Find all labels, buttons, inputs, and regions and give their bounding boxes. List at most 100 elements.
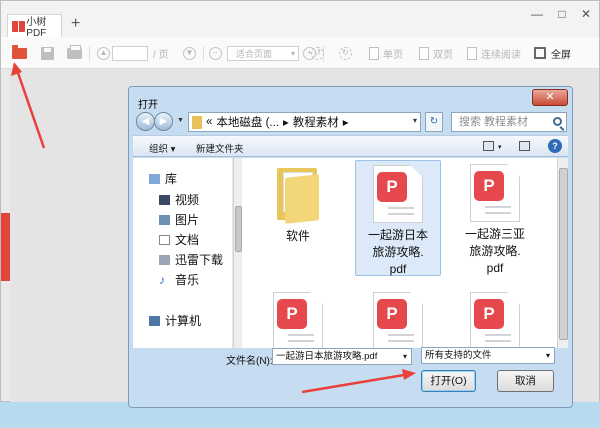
dialog-body: 库 视频 图片 文档 迅雷下载 ♪ 音乐 计算机 软件 P 一起游日本 旅游攻略…	[133, 158, 568, 348]
new-folder-button[interactable]: 新建文件夹	[196, 141, 244, 155]
address-bar[interactable]: « 本地磁盘 (... ▸ 教程素材 ▸ ▾	[188, 112, 421, 132]
preview-pane-icon[interactable]	[519, 141, 530, 151]
save-button[interactable]	[41, 37, 54, 69]
close-button[interactable]: ✕	[578, 7, 594, 21]
open-file-button[interactable]	[12, 37, 27, 69]
organize-menu[interactable]: 组织 ▾	[149, 141, 175, 155]
dialog-close-button[interactable]: ✕	[532, 89, 568, 106]
breadcrumb-separator[interactable]: ▸	[343, 115, 349, 129]
double-page-button[interactable]: 双页	[419, 37, 453, 69]
folder-icon	[275, 166, 321, 224]
file-name-line: pdf	[389, 262, 407, 276]
refresh-button[interactable]: ↻	[425, 112, 443, 132]
tree-scroll-thumb[interactable]	[235, 206, 242, 252]
help-icon[interactable]: ?	[548, 139, 562, 153]
chevron-down-icon[interactable]: ▾	[399, 349, 411, 364]
computer-icon	[149, 315, 160, 326]
view-options-icon[interactable]	[483, 141, 494, 151]
zoom-out-button[interactable]: −	[209, 37, 222, 69]
zoom-select[interactable]: 适合页面	[227, 37, 299, 69]
new-tab-button[interactable]: +	[71, 15, 80, 33]
continuous-read-button[interactable]: 连续阅读	[467, 37, 521, 69]
filename-input[interactable]: 一起游日本旅游攻略.pdf	[272, 348, 412, 365]
breadcrumb-local-disk[interactable]: 本地磁盘 (...	[216, 114, 279, 130]
search-input[interactable]: 搜索 教程素材	[451, 112, 567, 132]
rotate-left-button[interactable]: ↺	[311, 37, 324, 69]
rotate-left-icon: ↺	[311, 46, 324, 60]
folder-icon	[192, 115, 202, 129]
rotate-right-icon: ↻	[339, 46, 352, 60]
document-icon	[159, 234, 170, 245]
next-page-button[interactable]: ▼	[183, 37, 196, 69]
sidebar-toggle[interactable]	[1, 213, 10, 281]
chevron-down-icon[interactable]: ▾	[413, 116, 417, 125]
navigation-tree: 库 视频 图片 文档 迅雷下载 ♪ 音乐 计算机	[133, 158, 233, 348]
navigation-bar: ◀ ▶ ▼ « 本地磁盘 (... ▸ 教程素材 ▸ ▾ ↻ 搜索 教程素材	[133, 111, 568, 133]
breadcrumb-tutorial-materials[interactable]: 教程素材	[293, 114, 339, 130]
download-folder-icon	[159, 254, 170, 265]
chevron-down-icon[interactable]: ▾	[498, 143, 502, 151]
tree-item-documents[interactable]: 文档	[159, 231, 199, 248]
file-item-folder[interactable]: 软件	[255, 160, 341, 245]
page-number-input[interactable]	[112, 37, 148, 69]
tree-scrollbar[interactable]	[233, 158, 242, 348]
file-item-pdf[interactable]: P	[355, 288, 441, 348]
pdf-file-icon: P	[373, 165, 423, 223]
file-name-line: 一起游三亚	[464, 227, 525, 241]
file-name-line: 旅游攻略.	[372, 245, 424, 259]
video-icon	[159, 194, 170, 205]
page-down-icon: ▼	[183, 46, 196, 60]
file-scroll-thumb[interactable]	[559, 168, 568, 340]
recent-locations-dropdown[interactable]: ▼	[177, 117, 184, 124]
file-type-select[interactable]: 所有支持的文件	[421, 347, 555, 364]
back-button[interactable]: ◀	[136, 112, 155, 131]
file-name-line: 一起游日本	[367, 228, 428, 242]
file-name: 软件	[285, 229, 310, 243]
file-item-pdf-selected[interactable]: P 一起游日本 旅游攻略. pdf	[355, 160, 441, 276]
file-list-scrollbar[interactable]	[557, 158, 568, 348]
cancel-button[interactable]: 取消	[497, 370, 554, 392]
command-bar: 组织 ▾ 新建文件夹 ▾ ?	[133, 135, 568, 157]
app-logo-icon	[12, 20, 25, 32]
double-page-icon	[419, 46, 429, 60]
tree-item-library[interactable]: 库	[149, 170, 177, 187]
minimize-button[interactable]: —	[529, 7, 545, 21]
file-name-line: pdf	[486, 261, 504, 275]
open-file-dialog: 打开 ✕ ◀ ▶ ▼ « 本地磁盘 (... ▸ 教程素材 ▸ ▾ ↻ 搜索 教…	[128, 86, 573, 408]
picture-icon	[159, 214, 170, 225]
dialog-title: 打开	[138, 100, 158, 111]
open-button[interactable]: 打开(O)	[421, 370, 476, 392]
save-icon	[41, 46, 54, 60]
file-item-pdf[interactable]: P	[255, 288, 341, 348]
tab-title: 小树PDF	[26, 17, 47, 39]
print-icon	[67, 44, 82, 59]
rotate-right-button[interactable]: ↻	[339, 37, 352, 69]
tree-item-pictures[interactable]: 图片	[159, 211, 199, 228]
folder-open-icon	[12, 44, 27, 59]
single-page-button[interactable]: 单页	[369, 37, 403, 69]
prev-page-button[interactable]: ▲	[97, 37, 110, 69]
fullscreen-button[interactable]: 全屏	[534, 37, 571, 69]
file-item-pdf[interactable]: P	[452, 288, 538, 348]
tree-item-computer[interactable]: 计算机	[149, 312, 201, 329]
pdf-file-icon: P	[273, 292, 323, 348]
pdf-file-icon: P	[470, 164, 520, 222]
zoom-out-icon: −	[209, 46, 222, 60]
maximize-button[interactable]: □	[554, 7, 570, 21]
file-item-pdf[interactable]: P 一起游三亚 旅游攻略. pdf	[452, 160, 538, 277]
toolbar-divider	[89, 46, 90, 61]
tree-item-thunder-downloads[interactable]: 迅雷下载	[159, 251, 223, 268]
forward-button[interactable]: ▶	[154, 112, 173, 131]
breadcrumb-separator[interactable]: ▸	[283, 115, 289, 129]
pdf-file-icon: P	[373, 292, 423, 348]
document-tab[interactable]: 小树PDF	[7, 14, 62, 39]
toolbar-divider	[203, 46, 204, 61]
fullscreen-icon	[534, 47, 546, 59]
filename-label: 文件名(N):	[226, 356, 273, 367]
tree-item-videos[interactable]: 视频	[159, 191, 199, 208]
tree-item-music[interactable]: ♪ 音乐	[159, 271, 199, 288]
main-toolbar: ▲ / 页 ▼ − 适合页面 + ↺ ↻ 单页 双页 连续阅读 全屏	[1, 37, 599, 69]
print-button[interactable]	[67, 37, 82, 69]
music-icon: ♪	[159, 272, 165, 287]
breadcrumb-overflow[interactable]: «	[206, 116, 212, 128]
